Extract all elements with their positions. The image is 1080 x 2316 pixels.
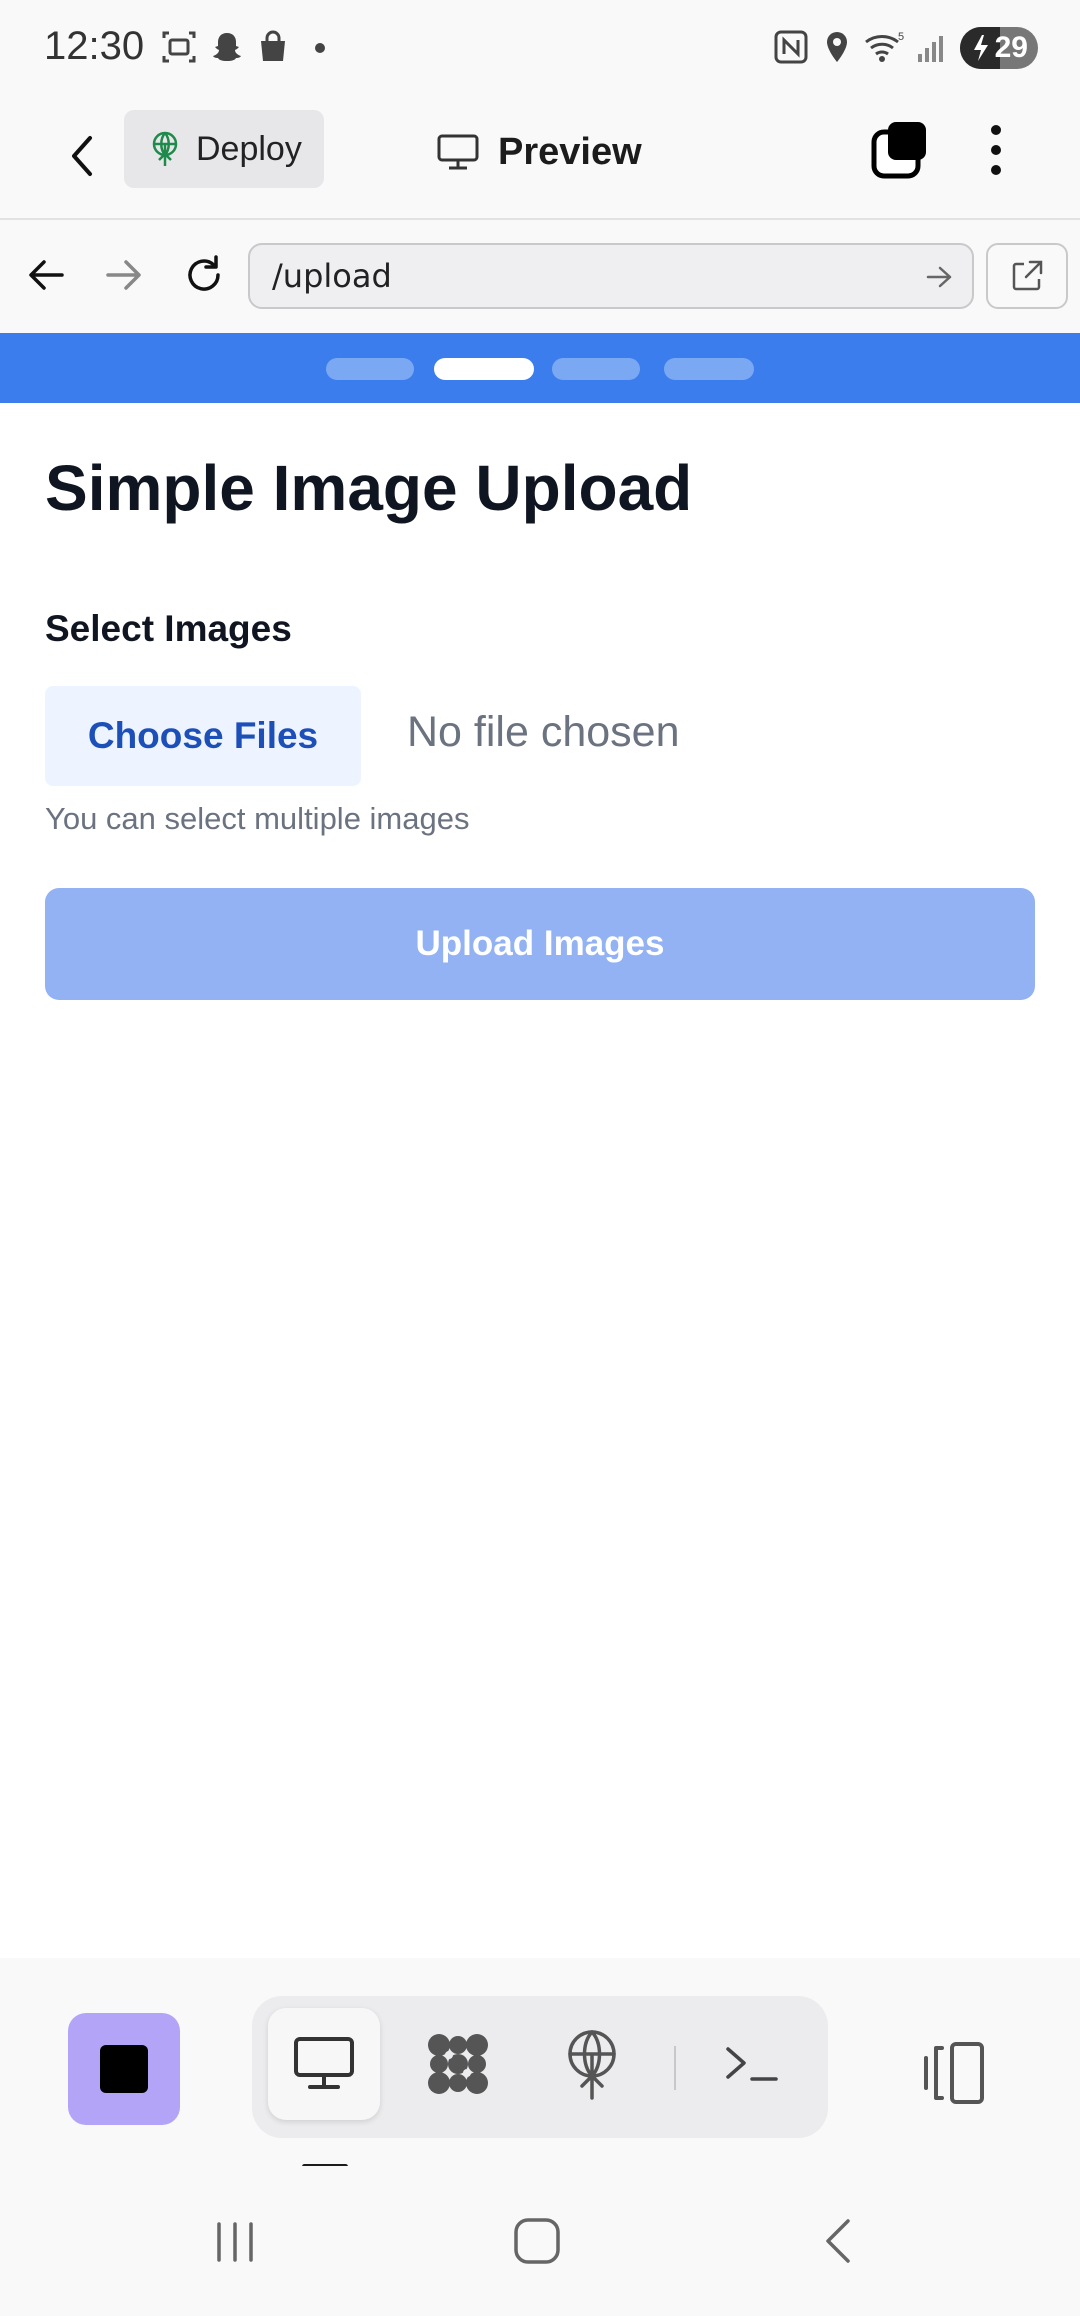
page-pill-4[interactable]	[664, 358, 754, 380]
home-button[interactable]	[502, 2206, 572, 2276]
system-back-button[interactable]	[804, 2206, 874, 2276]
deploy-label: Deploy	[196, 129, 302, 168]
mode-switcher	[252, 1996, 828, 2138]
more-menu-button[interactable]	[972, 118, 1020, 182]
reload-icon	[188, 255, 220, 291]
select-images-label: Select Images	[45, 608, 292, 649]
stop-icon	[100, 2045, 148, 2093]
terminal-icon	[726, 2047, 778, 2081]
mode-apps-button[interactable]	[402, 2008, 514, 2120]
upload-images-button[interactable]: Upload Images	[45, 888, 1035, 1000]
tabs-button[interactable]	[868, 118, 932, 182]
stop-button[interactable]	[68, 2013, 180, 2125]
preview-label: Preview	[498, 130, 642, 173]
nfc-icon	[774, 30, 808, 64]
desktop-icon	[294, 2037, 354, 2089]
preview-title: Preview	[436, 118, 642, 186]
page-switcher-strip	[0, 333, 1080, 403]
browser-forward-button[interactable]	[98, 249, 150, 301]
recent-apps-button[interactable]	[200, 2206, 270, 2276]
status-time: 12:30	[44, 24, 145, 68]
reload-button[interactable]	[178, 249, 230, 301]
system-back-icon	[826, 2219, 850, 2263]
page-pill-3[interactable]	[552, 358, 640, 380]
back-button[interactable]	[52, 124, 112, 188]
home-icon	[514, 2218, 560, 2264]
split-view-icon	[924, 2042, 984, 2104]
dot-icon	[315, 43, 325, 53]
recent-apps-icon	[217, 2222, 253, 2262]
screenshot-icon	[162, 31, 196, 63]
shopping-bag-icon	[261, 30, 285, 61]
snapchat-icon	[213, 33, 241, 61]
browser-back-button[interactable]	[20, 249, 72, 301]
svg-text:5: 5	[898, 31, 904, 43]
page-pill-2[interactable]	[434, 358, 534, 380]
arrow-right-icon	[106, 260, 141, 290]
battery-level: 29	[994, 31, 1028, 64]
mode-desktop-button[interactable]	[268, 2008, 380, 2120]
url-field[interactable]: /upload	[248, 243, 974, 309]
signal-icon	[918, 36, 943, 62]
no-file-chosen-text: No file chosen	[407, 708, 680, 756]
bottom-toolbar	[0, 1958, 1080, 2169]
wifi-icon: 5	[865, 31, 904, 62]
battery-indicator: 29	[960, 27, 1038, 69]
page-content: Simple Image Upload Select Images Choose…	[0, 403, 1080, 1958]
deploy-icon	[152, 131, 178, 166]
mode-divider	[674, 2046, 676, 2090]
apps-icon	[428, 2034, 488, 2094]
open-external-button[interactable]	[986, 243, 1068, 309]
location-icon	[827, 32, 847, 62]
deploy-icon	[568, 2030, 616, 2100]
layout-toggle-button[interactable]	[920, 2038, 990, 2108]
app-bar: Deploy Preview	[0, 96, 1080, 220]
tabs-icon	[871, 122, 926, 179]
go-arrow-icon[interactable]	[922, 259, 958, 295]
mode-deploy-button[interactable]	[536, 2008, 648, 2120]
mode-terminal-button[interactable]	[696, 2008, 808, 2120]
choose-files-button[interactable]: Choose Files	[45, 686, 361, 786]
browser-bar: /upload	[0, 221, 1080, 333]
desktop-icon	[437, 134, 479, 170]
deploy-button[interactable]: Deploy	[124, 110, 324, 188]
page-pill-1[interactable]	[326, 358, 414, 380]
status-bar: 12:30 5 29	[0, 0, 1080, 96]
url-text: /upload	[272, 257, 392, 295]
system-navigation-bar	[0, 2166, 1080, 2316]
arrow-left-icon	[29, 260, 64, 290]
chevron-left-icon	[72, 136, 92, 176]
external-link-icon	[1012, 260, 1043, 291]
more-vertical-icon	[991, 125, 1001, 175]
page-title: Simple Image Upload	[45, 452, 693, 524]
upload-hint: You can select multiple images	[45, 801, 470, 836]
